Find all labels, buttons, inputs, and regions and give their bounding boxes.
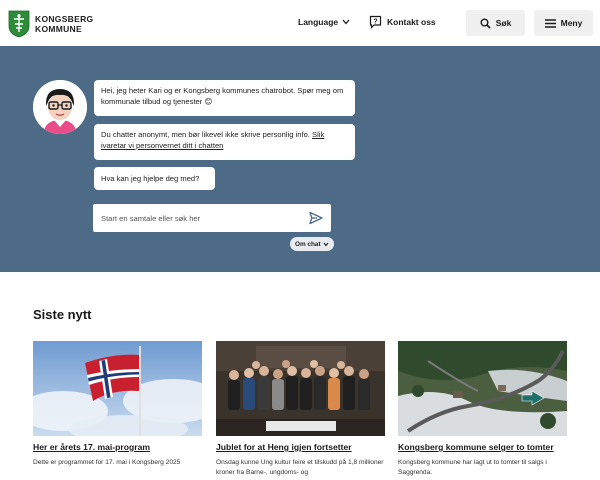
chat-message-intro: Hei, jeg heter Kari og er Kongsberg komm… [94, 80, 355, 116]
search-icon [480, 18, 491, 29]
news-image-flag [33, 341, 202, 436]
news-description: Onsdag kunne Ung kultur feire et tilskud… [216, 459, 384, 476]
news-card[interactable]: Kongsberg kommune selger to tomter Kongs… [398, 341, 567, 478]
chatbot-avatar [33, 80, 87, 134]
chat-message-privacy: Du chatter anonymt, men bør likevel ikke… [94, 124, 355, 160]
language-label: Language [298, 17, 339, 27]
news-card[interactable]: Jublet for at Heng igjen fortsetter Onsd… [216, 341, 385, 478]
chat-message-question: Hva kan jeg hjelpe deg med? [94, 167, 215, 190]
svg-text:?: ? [373, 19, 377, 26]
news-image-group-photo [216, 341, 385, 436]
contact-label: Kontakt oss [387, 17, 436, 27]
contact-link[interactable]: ? Kontakt oss [369, 15, 436, 29]
news-title[interactable]: Kongsberg kommune selger to tomter [398, 442, 567, 452]
news-description: Dette er programmet for 17. mai i Kongsb… [33, 459, 181, 466]
chevron-down-icon [323, 242, 329, 246]
privacy-text: Du chatter anonymt, men bør likevel ikke… [101, 130, 313, 139]
send-icon[interactable] [309, 211, 323, 225]
menu-button[interactable]: Meny [534, 10, 593, 36]
news-title[interactable]: Jublet for at Heng igjen fortsetter [216, 442, 385, 452]
logo-line1: KONGSBERG [35, 14, 94, 24]
language-selector[interactable]: Language [298, 17, 350, 27]
hamburger-icon [544, 18, 556, 28]
about-chat-button[interactable]: Om chat [290, 237, 334, 251]
chat-input[interactable] [101, 213, 309, 223]
logo-text: KONGSBERG KOMMUNE [35, 14, 93, 34]
coat-of-arms-icon [8, 10, 30, 38]
news-card[interactable]: Her er årets 17. mai-program Dette er pr… [33, 341, 202, 468]
news-image-aerial [398, 341, 567, 436]
search-button[interactable]: Søk [466, 10, 525, 36]
site-header: KONGSBERG KOMMUNE Language ? Kontakt oss… [0, 0, 600, 46]
kongsberg-logo[interactable]: KONGSBERG KOMMUNE [8, 10, 93, 38]
news-title[interactable]: Her er årets 17. mai-program [33, 442, 202, 452]
contact-question-icon: ? [369, 15, 382, 29]
news-description: Kongsberg kommune har lagt ut to tomter … [398, 459, 547, 476]
news-heading: Siste nytt [33, 307, 92, 322]
chat-input-box[interactable] [93, 204, 331, 232]
logo-line2: KOMMUNE [35, 24, 82, 34]
chatbot-kari-avatar-icon [33, 80, 87, 134]
about-chat-label: Om chat [295, 240, 321, 248]
chevron-down-icon [342, 19, 350, 25]
search-label: Søk [495, 18, 512, 28]
menu-label: Meny [560, 18, 583, 28]
